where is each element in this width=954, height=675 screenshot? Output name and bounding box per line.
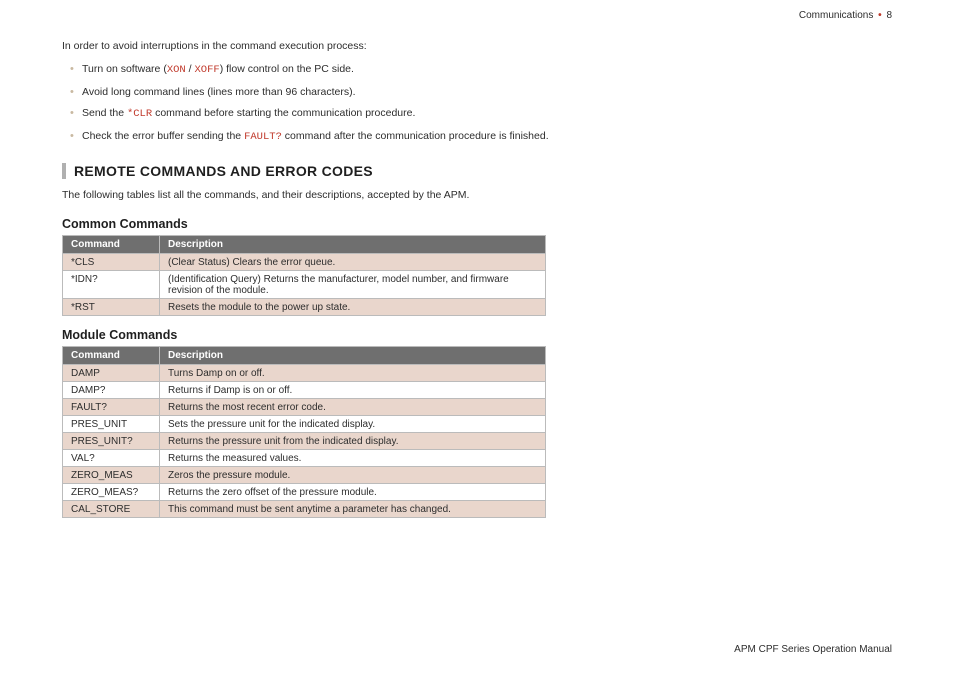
table-row: VAL?Returns the measured values. bbox=[63, 450, 546, 467]
bullet-3-pre: Send the bbox=[82, 107, 127, 119]
bullet-4-post: command after the communication procedur… bbox=[282, 130, 549, 142]
intro-bullets: Turn on software (XON / XOFF) flow contr… bbox=[62, 62, 892, 145]
cell-desc: This command must be sent anytime a para… bbox=[160, 501, 546, 518]
table-row: PRES_UNIT?Returns the pressure unit from… bbox=[63, 433, 546, 450]
table-row: *IDN? (Identification Query) Returns the… bbox=[63, 271, 546, 299]
cell-cmd: FAULT? bbox=[63, 399, 160, 416]
code-xon: XON bbox=[167, 64, 186, 76]
bullet-3-post: command before starting the communicatio… bbox=[152, 107, 415, 119]
table-header-row: Command Description bbox=[63, 347, 546, 365]
table-header-row: Command Description bbox=[63, 236, 546, 254]
page-footer: APM CPF Series Operation Manual bbox=[734, 644, 892, 655]
table-row: DAMPTurns Damp on or off. bbox=[63, 365, 546, 382]
module-commands-table: Command Description DAMPTurns Damp on or… bbox=[62, 346, 546, 518]
cell-cmd: DAMP? bbox=[63, 382, 160, 399]
cell-cmd: VAL? bbox=[63, 450, 160, 467]
common-commands-table: Command Description *CLS (Clear Status) … bbox=[62, 235, 546, 316]
cell-cmd: ZERO_MEAS bbox=[63, 467, 160, 484]
header-dot-icon: • bbox=[878, 10, 882, 21]
cell-cmd: *CLS bbox=[63, 254, 160, 271]
page-header: Communications • 8 bbox=[799, 10, 892, 21]
cell-desc: (Clear Status) Clears the error queue. bbox=[160, 254, 546, 271]
cell-desc: Returns the most recent error code. bbox=[160, 399, 546, 416]
section-heading-remote-commands: REMOTE COMMANDS AND ERROR CODES bbox=[62, 163, 892, 179]
page-container: Communications • 8 In order to avoid int… bbox=[0, 0, 954, 675]
table-row: ZERO_MEASZeros the pressure module. bbox=[63, 467, 546, 484]
cell-desc: (Identification Query) Returns the manuf… bbox=[160, 271, 546, 299]
cell-cmd: CAL_STORE bbox=[63, 501, 160, 518]
cell-cmd: PRES_UNIT? bbox=[63, 433, 160, 450]
table-row: ZERO_MEAS?Returns the zero offset of the… bbox=[63, 484, 546, 501]
bullet-1-pre: Turn on software ( bbox=[82, 63, 167, 75]
bullet-1-post: ) flow control on the PC side. bbox=[220, 63, 354, 75]
bullet-4-pre: Check the error buffer sending the bbox=[82, 130, 244, 142]
bullet-item-3: Send the *CLR command before starting th… bbox=[70, 106, 892, 122]
cell-cmd: PRES_UNIT bbox=[63, 416, 160, 433]
th-description: Description bbox=[160, 347, 546, 365]
cell-desc: Sets the pressure unit for the indicated… bbox=[160, 416, 546, 433]
cell-desc: Zeros the pressure module. bbox=[160, 467, 546, 484]
cell-desc: Returns the zero offset of the pressure … bbox=[160, 484, 546, 501]
cell-cmd: DAMP bbox=[63, 365, 160, 382]
th-command: Command bbox=[63, 236, 160, 254]
header-section: Communications bbox=[799, 10, 873, 21]
cell-cmd: *RST bbox=[63, 299, 160, 316]
section-description: The following tables list all the comman… bbox=[62, 189, 892, 201]
cell-desc: Returns the pressure unit from the indic… bbox=[160, 433, 546, 450]
code-fault: FAULT? bbox=[244, 131, 282, 143]
table-row: PRES_UNITSets the pressure unit for the … bbox=[63, 416, 546, 433]
header-page-number: 8 bbox=[886, 10, 892, 21]
th-command: Command bbox=[63, 347, 160, 365]
cell-desc: Returns the measured values. bbox=[160, 450, 546, 467]
cell-cmd: *IDN? bbox=[63, 271, 160, 299]
bullet-item-2: Avoid long command lines (lines more tha… bbox=[70, 85, 892, 100]
intro-lead-text: In order to avoid interruptions in the c… bbox=[62, 40, 892, 52]
code-clr: *CLR bbox=[127, 108, 152, 120]
code-xoff: XOFF bbox=[194, 64, 219, 76]
sub-heading-common-commands: Common Commands bbox=[62, 217, 892, 231]
th-description: Description bbox=[160, 236, 546, 254]
cell-desc: Turns Damp on or off. bbox=[160, 365, 546, 382]
table-row: *CLS (Clear Status) Clears the error que… bbox=[63, 254, 546, 271]
sub-heading-module-commands: Module Commands bbox=[62, 328, 892, 342]
table-row: FAULT?Returns the most recent error code… bbox=[63, 399, 546, 416]
cell-cmd: ZERO_MEAS? bbox=[63, 484, 160, 501]
table-row: *RST Resets the module to the power up s… bbox=[63, 299, 546, 316]
table-row: DAMP?Returns if Damp is on or off. bbox=[63, 382, 546, 399]
cell-desc: Resets the module to the power up state. bbox=[160, 299, 546, 316]
cell-desc: Returns if Damp is on or off. bbox=[160, 382, 546, 399]
table-row: CAL_STOREThis command must be sent anyti… bbox=[63, 501, 546, 518]
bullet-item-4: Check the error buffer sending the FAULT… bbox=[70, 129, 892, 145]
bullet-item-1: Turn on software (XON / XOFF) flow contr… bbox=[70, 62, 892, 78]
